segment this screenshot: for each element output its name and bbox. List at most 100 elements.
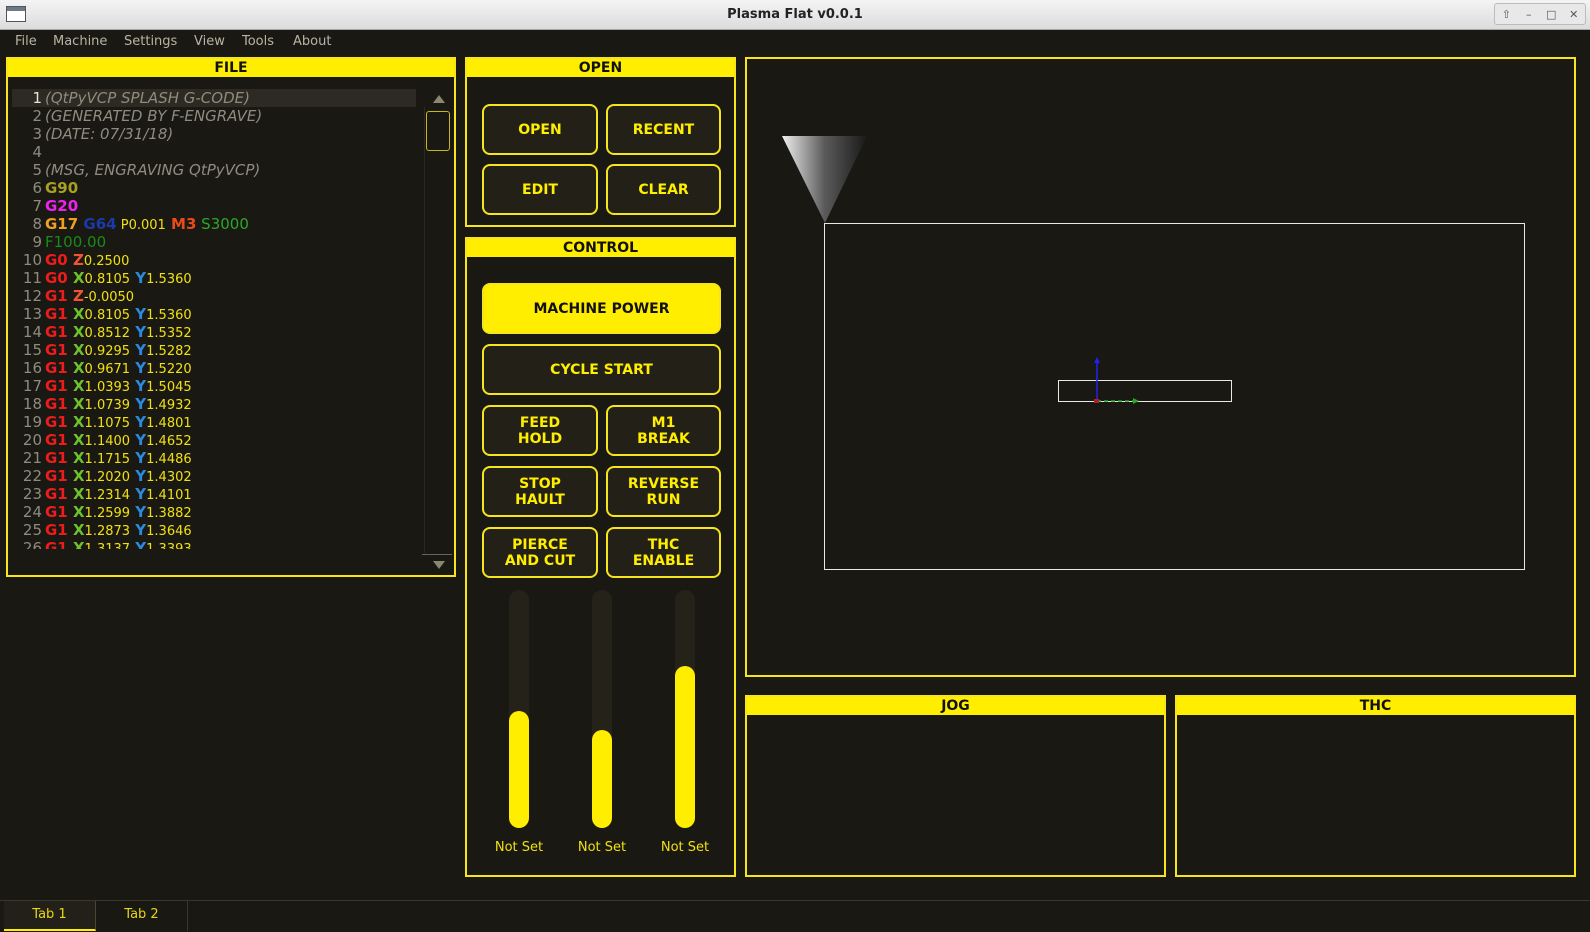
gcode-line[interactable]: 5 (MSG, ENGRAVING QtPyVCP) <box>12 161 416 179</box>
scrollbar-track[interactable] <box>424 107 452 553</box>
line-number: 5 <box>32 161 42 179</box>
recent-button[interactable]: RECENT <box>606 104 721 155</box>
gcode-token: 1.4101 <box>146 488 192 503</box>
menu-machine[interactable]: Machine <box>53 34 107 49</box>
gcode-token: X <box>67 359 85 377</box>
line-number: 24 <box>22 503 42 521</box>
minimize-icon[interactable]: – <box>1520 8 1538 21</box>
gcode-line[interactable]: 10 G0 Z0.2500 <box>12 251 416 269</box>
stop-hault-button[interactable]: STOP HAULT <box>482 466 598 517</box>
m1-break-button[interactable]: M1 BREAK <box>606 405 721 456</box>
gcode-line[interactable]: 8 G17 G64 P0.001 M3 S3000 <box>12 215 416 233</box>
line-number: 6 <box>32 179 42 197</box>
gcode-line[interactable]: 19 G1 X1.1075 Y1.4801 <box>12 413 416 431</box>
machine-power-button[interactable]: MACHINE POWER <box>482 283 721 334</box>
thc-panel: THC <box>1175 695 1576 877</box>
gcode-line[interactable]: 26G1 X1.3137 Y1.3393 <box>12 539 416 549</box>
gcode-line[interactable]: 12 G1 Z-0.0050 <box>12 287 416 305</box>
gcode-line[interactable]: 13 G1 X0.8105 Y1.5360 <box>12 305 416 323</box>
gcode-token: X <box>67 341 85 359</box>
gcode-token: F100.00 <box>45 233 107 251</box>
reverse-run-button[interactable]: REVERSE RUN <box>606 466 721 517</box>
gcode-token: 1.2599 <box>84 506 131 521</box>
gcode-token: 1.3393 <box>146 542 192 549</box>
menu-settings[interactable]: Settings <box>124 34 177 49</box>
line-number: 10 <box>22 251 42 269</box>
gcode-line[interactable]: 14 G1 X0.8512 Y1.5352 <box>12 323 416 341</box>
open-button[interactable]: OPEN <box>482 104 598 155</box>
slider-1-fill <box>509 711 529 828</box>
slider-3[interactable] <box>675 590 695 828</box>
gcode-preview-viewport[interactable] <box>745 57 1576 677</box>
gcode-line[interactable]: 15 G1 X0.9295 Y1.5282 <box>12 341 416 359</box>
gcode-token: X <box>67 413 85 431</box>
gcode-token: Y <box>130 341 147 359</box>
feed-hold-button[interactable]: FEED HOLD <box>482 405 598 456</box>
open-panel: OPEN OPEN RECENT EDIT CLEAR <box>465 57 736 227</box>
gcode-line[interactable]: 16 G1 X0.9671 Y1.5220 <box>12 359 416 377</box>
gcode-token: G1 <box>45 521 68 539</box>
gcode-line[interactable]: 2 (GENERATED BY F-ENGRAVE) <box>12 107 416 125</box>
gcode-line[interactable]: 20 G1 X1.1400 Y1.4652 <box>12 431 416 449</box>
gcode-line[interactable]: 17 G1 X1.0393 Y1.5045 <box>12 377 416 395</box>
maximize-icon[interactable]: □ <box>1542 8 1560 21</box>
gcode-token: X <box>67 395 85 413</box>
gcode-token: Y <box>130 503 147 521</box>
tab-2[interactable]: Tab 2 <box>96 901 188 931</box>
pierce-and-cut-button[interactable]: PIERCE AND CUT <box>482 527 598 578</box>
gcode-line[interactable]: 18 G1 X1.0739 Y1.4932 <box>12 395 416 413</box>
scroll-up-arrow-icon[interactable] <box>433 95 445 103</box>
gcode-line[interactable]: 25 G1 X1.2873 Y1.3646 <box>12 521 416 539</box>
tab-1[interactable]: Tab 1 <box>4 901 96 931</box>
gcode-line[interactable]: 22 G1 X1.2020 Y1.4302 <box>12 467 416 485</box>
gcode-line[interactable]: 3 (DATE: 07/31/18) <box>12 125 416 143</box>
gcode-line[interactable]: 1 (QtPyVCP SPLASH G-CODE) <box>12 89 416 107</box>
gcode-token: G90 <box>45 179 79 197</box>
gcode-line[interactable]: 6 G90 <box>12 179 416 197</box>
gcode-token: G1 <box>45 359 68 377</box>
clear-button[interactable]: CLEAR <box>606 164 721 215</box>
gcode-token: Y <box>130 359 147 377</box>
gcode-token: X <box>67 485 85 503</box>
gcode-token: Y <box>130 467 147 485</box>
slider-3-fill <box>675 666 695 828</box>
menu-view[interactable]: View <box>194 34 225 49</box>
gcode-token: 1.4932 <box>146 398 192 413</box>
gcode-line[interactable]: 4 <box>12 143 416 161</box>
gcode-token: 0.2500 <box>83 254 130 269</box>
slider-2[interactable] <box>592 590 612 828</box>
line-number: 26 <box>22 539 42 549</box>
preview-canvas <box>782 136 1525 570</box>
gcode-token: X <box>67 503 85 521</box>
cycle-start-button[interactable]: CYCLE START <box>482 344 721 395</box>
menu-about[interactable]: About <box>293 34 331 49</box>
gcode-line[interactable]: 23 G1 X1.2314 Y1.4101 <box>12 485 416 503</box>
gcode-token: (MSG, ENGRAVING QtPyVCP) <box>45 161 261 179</box>
slider-1[interactable] <box>509 590 529 828</box>
menu-tools[interactable]: Tools <box>242 34 274 49</box>
gcode-line[interactable]: 7 G20 <box>12 197 416 215</box>
line-number: 16 <box>22 359 42 377</box>
gcode-token: G1 <box>45 377 68 395</box>
gcode-token: X <box>67 539 85 549</box>
scroll-down-arrow-icon[interactable] <box>433 561 445 569</box>
gcode-token: 1.1715 <box>84 452 131 467</box>
close-icon[interactable]: ✕ <box>1565 8 1583 21</box>
control-panel: CONTROL MACHINE POWER CYCLE START FEED H… <box>465 237 736 877</box>
thc-enable-button[interactable]: THC ENABLE <box>606 527 721 578</box>
edit-button[interactable]: EDIT <box>482 164 598 215</box>
shade-icon[interactable]: ⇧ <box>1497 8 1515 21</box>
gcode-line[interactable]: 24 G1 X1.2599 Y1.3882 <box>12 503 416 521</box>
gcode-line[interactable]: 9 F100.00 <box>12 233 416 251</box>
line-number: 20 <box>22 431 42 449</box>
menu-file[interactable]: File <box>15 34 37 49</box>
gcode-line[interactable]: 11 G0 X0.8105 Y1.5360 <box>12 269 416 287</box>
open-panel-title: OPEN <box>467 59 734 77</box>
slider-2-label: Not Set <box>577 840 627 855</box>
gcode-token: G1 <box>45 485 68 503</box>
gcode-token: 1.4302 <box>146 470 192 485</box>
scrollbar-thumb[interactable] <box>426 111 450 151</box>
gcode-line[interactable]: 21 G1 X1.1715 Y1.4486 <box>12 449 416 467</box>
gcode-token: Y <box>130 485 147 503</box>
gcode-editor[interactable]: 1 (QtPyVCP SPLASH G-CODE) 2 (GENERATED BY F… <box>12 89 416 549</box>
